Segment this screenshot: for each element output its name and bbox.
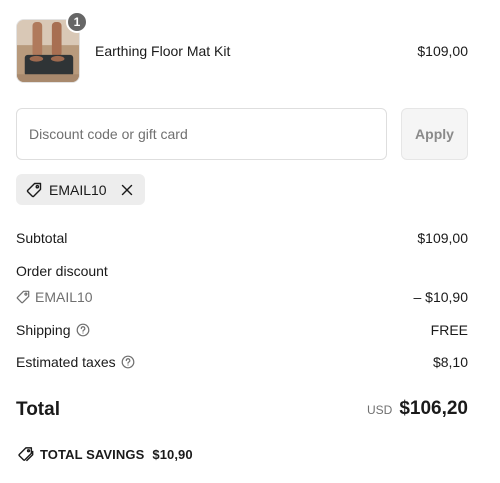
savings-label: TOTAL SAVINGS bbox=[40, 446, 145, 462]
subtotal-row: Subtotal $109,00 bbox=[16, 230, 468, 248]
discount-code-text: EMAIL10 bbox=[35, 289, 93, 305]
total-label: Total bbox=[16, 399, 60, 420]
applied-discount-chip: EMAIL10 bbox=[16, 174, 145, 205]
applied-discount-code: EMAIL10 bbox=[49, 181, 107, 198]
close-icon[interactable] bbox=[119, 182, 135, 198]
subtotal-value: $109,00 bbox=[417, 230, 468, 246]
order-discount-row: Order discount bbox=[16, 263, 468, 281]
order-discount-label: Order discount bbox=[16, 263, 108, 279]
taxes-row: Estimated taxes $8,10 bbox=[16, 354, 468, 372]
total-row: Total USD $106,20 bbox=[16, 398, 468, 422]
shipping-label: Shipping bbox=[16, 322, 71, 338]
tags-icon bbox=[16, 445, 34, 463]
shipping-label-group: Shipping bbox=[16, 322, 90, 338]
discount-code-row: EMAIL10 – $10,90 bbox=[16, 289, 468, 307]
currency-code: USD bbox=[366, 403, 393, 417]
apply-discount-button[interactable]: Apply bbox=[401, 108, 468, 160]
total-savings: TOTAL SAVINGS $10,90 bbox=[16, 445, 193, 463]
help-circle-icon[interactable] bbox=[76, 323, 90, 337]
taxes-label: Estimated taxes bbox=[16, 354, 116, 370]
total-amount: USD $106,20 bbox=[367, 398, 468, 420]
line-item: 1 Earthing Floor Mat Kit $109,00 bbox=[16, 11, 468, 83]
shipping-row: Shipping FREE bbox=[16, 322, 468, 340]
shipping-value: FREE bbox=[430, 322, 468, 338]
discount-code-input[interactable] bbox=[16, 108, 387, 160]
savings-value: $10,90 bbox=[152, 446, 193, 462]
discount-form: Apply bbox=[16, 108, 468, 160]
subtotal-label: Subtotal bbox=[16, 230, 68, 246]
total-value: $106,20 bbox=[399, 398, 468, 419]
discount-code-label: EMAIL10 bbox=[16, 289, 93, 305]
product-name: Earthing Floor Mat Kit bbox=[95, 43, 231, 59]
product-thumbnail: 1 bbox=[16, 11, 88, 83]
tag-icon bbox=[25, 181, 43, 199]
quantity-badge: 1 bbox=[66, 11, 88, 33]
taxes-label-group: Estimated taxes bbox=[16, 354, 135, 370]
help-circle-icon[interactable] bbox=[121, 355, 135, 369]
product-price: $109,00 bbox=[417, 43, 468, 59]
taxes-value: $8,10 bbox=[432, 354, 468, 370]
tag-icon bbox=[16, 290, 30, 304]
discount-value: – $10,90 bbox=[413, 289, 469, 305]
